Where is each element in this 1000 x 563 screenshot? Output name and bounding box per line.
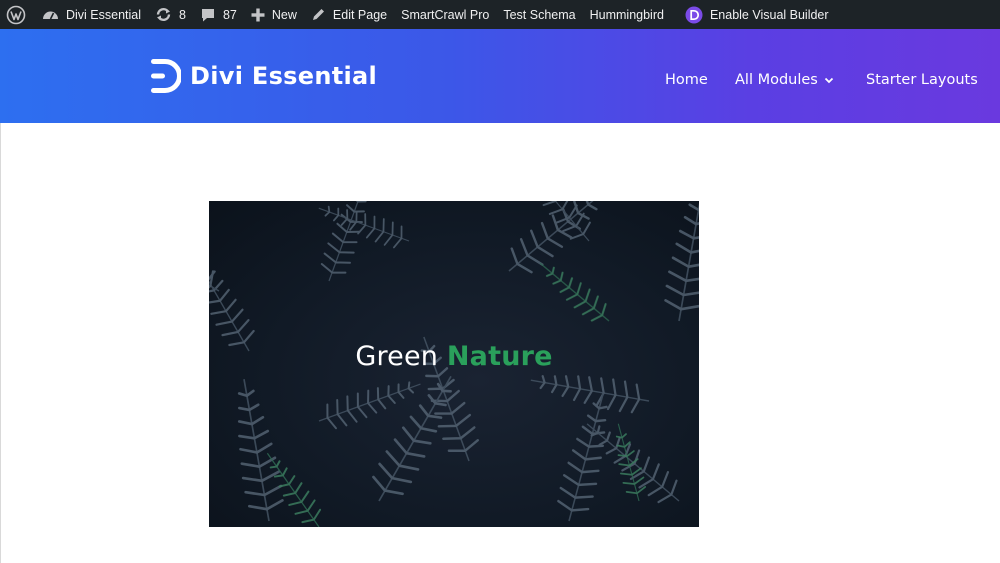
plus-icon bbox=[251, 8, 265, 21]
divi-icon bbox=[685, 6, 703, 23]
site-name-menu[interactable]: Divi Essential bbox=[35, 0, 148, 29]
dashboard-icon bbox=[43, 11, 58, 20]
nav-item-all-modules[interactable]: All Modules bbox=[735, 72, 834, 88]
hero-title-accent: Nature bbox=[446, 341, 553, 372]
hero-title-plain: Green bbox=[355, 341, 439, 372]
visual-builder-label: Enable Visual Builder bbox=[709, 7, 829, 22]
new-content-menu[interactable]: New bbox=[244, 0, 304, 29]
chevron-down-icon bbox=[824, 77, 834, 83]
test-schema-label: Test Schema bbox=[503, 7, 576, 22]
refresh-icon bbox=[156, 7, 171, 22]
edit-page-link[interactable]: Edit Page bbox=[304, 0, 394, 29]
hero-image: Green Nature bbox=[209, 201, 699, 527]
nav-starter-layouts-label: Starter Layouts bbox=[866, 72, 978, 88]
test-schema-link[interactable]: Test Schema bbox=[496, 0, 582, 29]
site-header: Divi Essential Home All Modules Starter … bbox=[0, 29, 1000, 123]
site-name-label: Divi Essential bbox=[66, 7, 142, 22]
main-nav: Home All Modules Starter Layouts bbox=[0, 72, 1000, 92]
edit-page-label: Edit Page bbox=[332, 7, 388, 22]
hummingbird-menu[interactable]: Hummingbird bbox=[583, 0, 671, 29]
new-label: New bbox=[271, 7, 297, 22]
comments-count: 87 bbox=[222, 7, 237, 22]
comment-icon bbox=[201, 8, 214, 21]
page-border bbox=[0, 123, 1, 563]
hummingbird-label: Hummingbird bbox=[589, 7, 664, 22]
hero-title: Green Nature bbox=[209, 341, 699, 372]
nav-item-home[interactable]: Home bbox=[665, 72, 708, 88]
smartcrawl-label: SmartCrawl Pro bbox=[401, 7, 490, 22]
comments-menu[interactable]: 87 bbox=[193, 0, 244, 29]
wordpress-menu[interactable] bbox=[0, 0, 35, 29]
wordpress-icon bbox=[6, 5, 26, 24]
nav-all-modules-label: All Modules bbox=[735, 72, 818, 88]
pencil-icon bbox=[312, 9, 324, 20]
nav-item-starter-layouts[interactable]: Starter Layouts bbox=[866, 72, 978, 88]
visual-builder-link[interactable]: Enable Visual Builder bbox=[671, 0, 836, 29]
nav-home-label: Home bbox=[665, 72, 708, 88]
updates-count: 8 bbox=[179, 7, 186, 22]
smartcrawl-menu[interactable]: SmartCrawl Pro bbox=[394, 0, 496, 29]
updates-menu[interactable]: 8 bbox=[148, 0, 193, 29]
admin-bar: Divi Essential 8 87 New Edit Page SmartC… bbox=[0, 0, 1000, 29]
